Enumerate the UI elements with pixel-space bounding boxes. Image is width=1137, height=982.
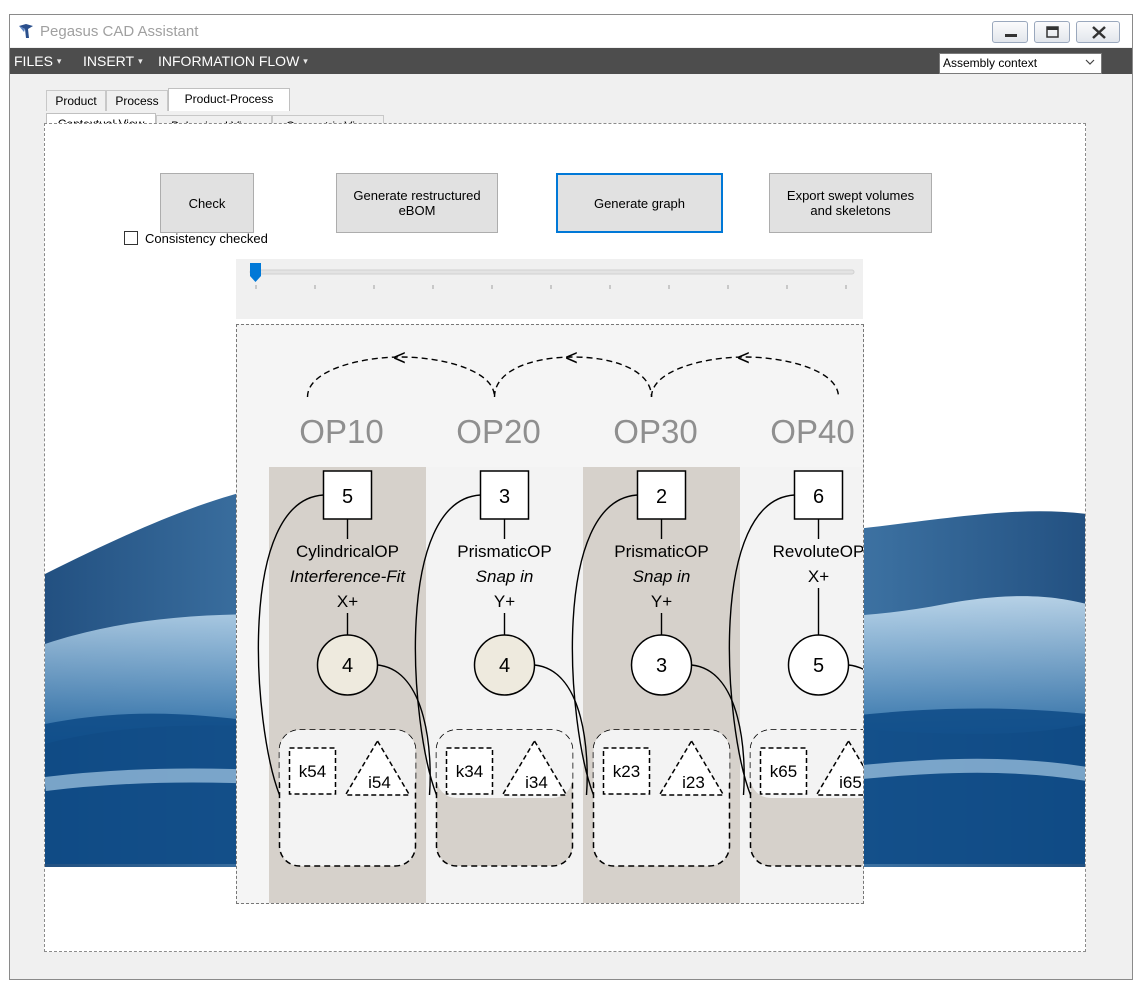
export-swept-volumes-button[interactable]: Export swept volumes and skeletons — [769, 173, 932, 233]
operation-direction: Y+ — [651, 592, 672, 611]
menu-insert[interactable]: INSERT ▾ — [83, 53, 143, 69]
dropdown-arrow-icon: ▾ — [56, 56, 62, 66]
operation-type: PrismaticOP — [457, 542, 551, 561]
generate-graph-button[interactable]: Generate graph — [556, 173, 723, 233]
operation-type: PrismaticOP — [614, 542, 708, 561]
part-number: 3 — [499, 486, 510, 508]
dropdown-arrow-icon: ▾ — [138, 56, 143, 66]
interface-label: i23 — [682, 773, 705, 792]
chevron-down-icon — [1085, 59, 1095, 65]
tab-product[interactable]: Product — [46, 90, 106, 111]
precedence-graph-image: < < < OP10 5 CylindricalOP Interference-Fit X+ 4… — [236, 324, 864, 904]
interface-label: i54 — [368, 773, 391, 792]
operation-direction: X+ — [808, 567, 829, 586]
key-label: k23 — [613, 762, 640, 781]
app-logo-icon — [19, 24, 33, 38]
reference-number: 4 — [342, 655, 353, 677]
maximize-icon — [1046, 26, 1059, 38]
operation-direction: X+ — [337, 592, 358, 611]
part-number: 6 — [813, 486, 824, 508]
interface-label: i65 — [839, 773, 862, 792]
slider-track — [249, 263, 855, 289]
minimize-icon — [1005, 34, 1017, 37]
operation-mode: Interference-Fit — [290, 567, 407, 586]
reference-number: 4 — [499, 655, 510, 677]
key-label: k54 — [299, 762, 326, 781]
interface-label: i34 — [525, 773, 548, 792]
precedence-symbol: < — [393, 345, 406, 370]
title-bar: Pegasus CAD Assistant — [10, 15, 1132, 47]
close-button[interactable] — [1076, 21, 1120, 43]
precedence-symbol: < — [737, 345, 750, 370]
tab-product-process[interactable]: Product-Process — [168, 88, 290, 111]
key-label: k34 — [456, 762, 483, 781]
context-select[interactable]: Assembly context — [939, 53, 1102, 74]
operation-mode: Snap in — [476, 567, 534, 586]
operation-mode: Snap in — [633, 567, 691, 586]
operation-slider[interactable] — [236, 259, 863, 319]
precedence-arcs: < < < — [306, 345, 840, 398]
dropdown-arrow-icon: ▾ — [303, 56, 308, 66]
context-select-value: Assembly context — [943, 56, 1038, 70]
checkbox-box[interactable] — [124, 231, 138, 245]
operation-type: CylindricalOP — [296, 542, 399, 561]
part-number: 5 — [342, 486, 353, 508]
minimize-button[interactable] — [992, 21, 1028, 43]
window-title: Pegasus CAD Assistant — [40, 23, 199, 40]
operation-direction: Y+ — [494, 592, 515, 611]
reference-number: 5 — [813, 655, 824, 677]
operation-label: OP40 — [770, 413, 854, 450]
precedence-symbol: < — [565, 345, 578, 370]
menu-information-flow[interactable]: INFORMATION FLOW ▾ — [158, 53, 308, 69]
consistency-checkbox[interactable]: Consistency checked — [124, 229, 268, 247]
check-button[interactable]: Check — [160, 173, 254, 233]
tab-process[interactable]: Process — [106, 90, 168, 111]
precedence-graph: < < < OP10 5 CylindricalOP Interference-Fit X+ 4… — [257, 345, 863, 903]
part-number: 2 — [656, 486, 667, 508]
generate-restructured-ebom-button[interactable]: Generate restructured eBOM — [336, 173, 498, 233]
operation-label: OP10 — [299, 413, 383, 450]
maximize-button[interactable] — [1034, 21, 1070, 43]
slider-thumb[interactable] — [250, 263, 261, 282]
operation-type: RevoluteOP — [773, 542, 863, 561]
menu-files[interactable]: FILES ▾ — [14, 53, 61, 69]
key-label: k65 — [770, 762, 797, 781]
slider-ticks — [255, 285, 847, 289]
operation-label: OP30 — [613, 413, 697, 450]
consistency-label: Consistency checked — [145, 230, 268, 246]
reference-number: 3 — [656, 655, 667, 677]
contextual-view-panel: Check Generate restructured eBOM Generat… — [44, 123, 1086, 952]
close-icon — [1092, 26, 1106, 39]
operation-label: OP20 — [456, 413, 540, 450]
